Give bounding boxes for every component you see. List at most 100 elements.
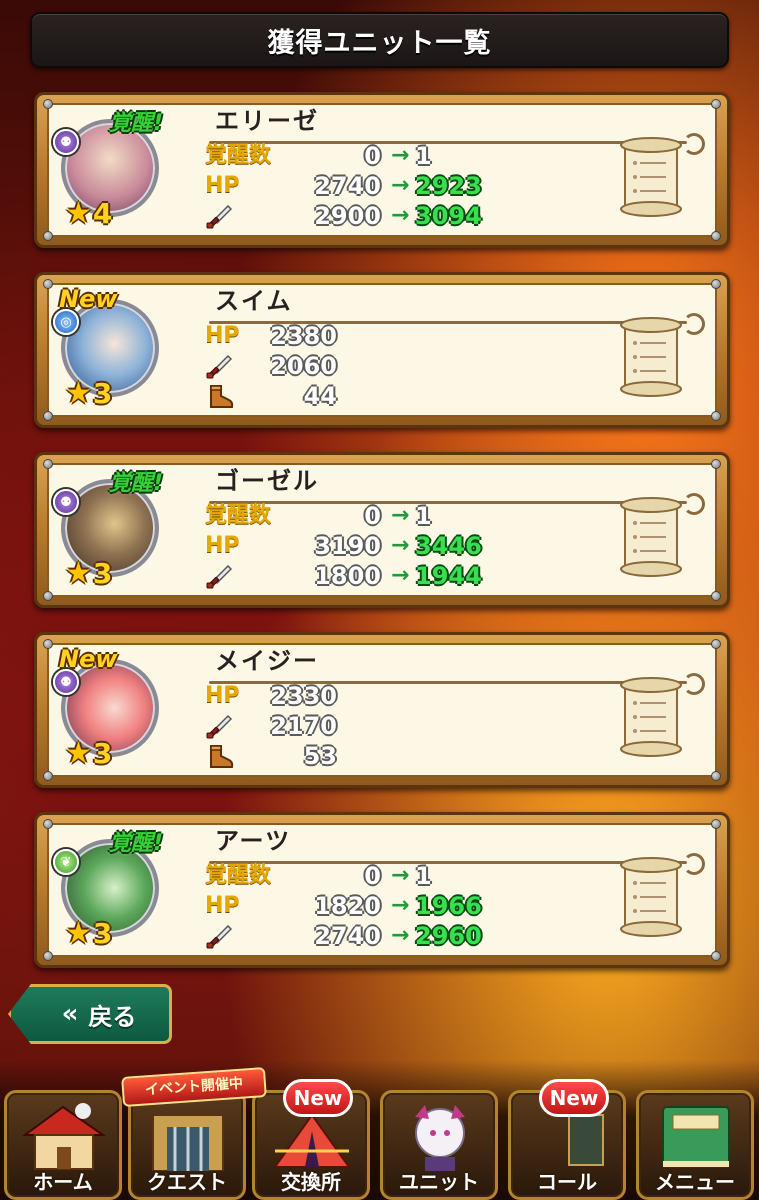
unit-name: エリーゼ — [215, 107, 319, 135]
nail-icon — [711, 231, 721, 241]
rarity: ★ 4 — [65, 196, 112, 231]
unit-card: ⚉ 覚醒! ★ 4 エリーゼ 覚醒数 0 → 1 HP 2740 → 2923 2900 … — [34, 92, 730, 248]
stat-row: 53 — [205, 741, 505, 771]
stat-old-value: 2740 — [314, 922, 381, 950]
stat-old-value: 2740 — [314, 172, 381, 200]
new-badge: New — [59, 285, 118, 313]
unit-portrait[interactable]: ◎ New ★ 3 — [51, 285, 167, 413]
unit-portrait[interactable]: ⚉ New ★ 3 — [51, 645, 167, 773]
stat-new-value: 2960 — [415, 922, 482, 950]
stat-row: HP 1820 → 1966 — [205, 891, 505, 921]
stat-row: 2900 → 3094 — [205, 201, 505, 231]
nav-quest[interactable]: クエスト — [128, 1090, 246, 1200]
rarity: ★ 3 — [65, 916, 112, 951]
arrow-right-icon: → — [391, 143, 410, 168]
stat-row: 2170 — [205, 711, 505, 741]
page-title: 獲得ユニット一覧 — [267, 27, 492, 59]
arrow-right-icon: → — [391, 533, 410, 558]
nav-label: クエスト — [147, 1170, 227, 1194]
new-badge: New — [283, 1079, 353, 1117]
sword-icon — [205, 924, 235, 950]
rarity-value: 4 — [92, 197, 113, 230]
star-icon: ★ — [65, 736, 92, 771]
arrow-right-icon: → — [391, 203, 410, 228]
stat-value: 2170 — [270, 712, 337, 740]
star-icon: ★ — [65, 376, 92, 411]
nav-menu[interactable]: メニュー — [636, 1090, 754, 1200]
rarity-value: 3 — [92, 737, 113, 770]
bottom-nav: ホーム クエスト 交換所 New ユニット コール New メニュー — [0, 1060, 759, 1200]
arrow-right-icon: → — [391, 173, 410, 198]
stat-value: 2330 — [270, 682, 337, 710]
unit-portrait[interactable]: ⚉ 覚醒! ★ 4 — [51, 105, 167, 233]
stat-row: 覚醒数 0 → 1 — [205, 141, 505, 171]
nav-unit[interactable]: ユニット — [380, 1090, 498, 1200]
stat-new-value: 1 — [415, 862, 432, 890]
nail-icon — [711, 99, 721, 109]
stat-row: 2740 → 2960 — [205, 921, 505, 951]
nav-call[interactable]: コール New — [508, 1079, 626, 1200]
stat-row: 44 — [205, 381, 505, 411]
stat-value: 2380 — [270, 322, 337, 350]
stat-row: 覚醒数 0 → 1 — [205, 501, 505, 531]
back-button[interactable]: « 戻る — [8, 984, 172, 1044]
star-icon: ★ — [65, 196, 92, 231]
stat-label: HP — [205, 893, 240, 918]
sword-icon — [205, 564, 235, 590]
unit-card: ⚉ 覚醒! ★ 3 ゴーゼル 覚醒数 0 → 1 HP 3190 → 3446 1800 … — [34, 452, 730, 608]
house-icon — [17, 1101, 111, 1171]
rarity-value: 3 — [92, 557, 113, 590]
arrow-right-icon: → — [391, 563, 410, 588]
nav-home[interactable]: ホーム — [4, 1090, 122, 1200]
stat-label: 覚醒数 — [205, 863, 272, 888]
scroll-icon[interactable] — [615, 497, 687, 577]
scroll-icon[interactable] — [615, 317, 687, 397]
star-icon: ★ — [65, 556, 92, 591]
unit-stats: 覚醒数 0 → 1 HP 2740 → 2923 2900 → 3094 — [205, 141, 505, 231]
book-icon — [649, 1101, 743, 1171]
stat-old-value: 3190 — [314, 532, 381, 560]
gate-icon — [141, 1101, 235, 1172]
arrow-right-icon: → — [391, 923, 410, 948]
stat-old-value: 0 — [364, 502, 381, 530]
star-icon: ★ — [65, 916, 92, 951]
stat-row: 1800 → 1944 — [205, 561, 505, 591]
awaken-badge: 覚醒! — [109, 471, 164, 496]
stat-row: HP 2330 — [205, 681, 505, 711]
arrow-right-icon: → — [391, 863, 410, 888]
stat-label: HP — [205, 173, 240, 198]
unit-card: ⚉ New ★ 3 メイジー HP 2330 2170 53 — [34, 632, 730, 788]
scroll-icon[interactable] — [615, 137, 687, 217]
stat-row: 覚醒数 0 → 1 — [205, 861, 505, 891]
sword-icon — [205, 204, 235, 230]
rarity: ★ 3 — [65, 736, 112, 771]
unit-stats: 覚醒数 0 → 1 HP 1820 → 1966 2740 → 2960 — [205, 861, 505, 951]
stat-old-value: 1820 — [314, 892, 381, 920]
stat-old-value: 0 — [364, 142, 381, 170]
nail-icon — [711, 591, 721, 601]
stat-old-value: 2900 — [314, 202, 381, 230]
stat-new-value: 1 — [415, 142, 432, 170]
stat-new-value: 1966 — [415, 892, 482, 920]
unit-stats: HP 2380 2060 44 — [205, 321, 505, 411]
unit-card: ❦ 覚醒! ★ 3 アーツ 覚醒数 0 → 1 HP 1820 → 1966 2740 →… — [34, 812, 730, 968]
nail-icon — [711, 279, 721, 289]
scroll-icon[interactable] — [615, 857, 687, 937]
awaken-badge: 覚醒! — [109, 111, 164, 136]
awaken-badge: 覚醒! — [109, 831, 164, 856]
unit-portrait[interactable]: ❦ 覚醒! ★ 3 — [51, 825, 167, 953]
unit-card: ◎ New ★ 3 スイム HP 2380 2060 44 — [34, 272, 730, 428]
unit-portrait[interactable]: ⚉ 覚醒! ★ 3 — [51, 465, 167, 593]
stat-old-value: 0 — [364, 862, 381, 890]
nav-label: 交換所 — [281, 1170, 341, 1194]
nail-icon — [711, 819, 721, 829]
stat-new-value: 3446 — [415, 532, 482, 560]
back-button-label: 戻る — [88, 1002, 137, 1031]
title-bar: 獲得ユニット一覧 — [30, 12, 729, 68]
rarity-value: 3 — [92, 377, 113, 410]
element-wind-icon: ❦ — [53, 849, 79, 875]
nav-exchange[interactable]: 交換所 New — [252, 1079, 370, 1200]
stat-label: HP — [205, 533, 240, 558]
rarity-value: 3 — [92, 917, 113, 950]
scroll-icon[interactable] — [615, 677, 687, 757]
